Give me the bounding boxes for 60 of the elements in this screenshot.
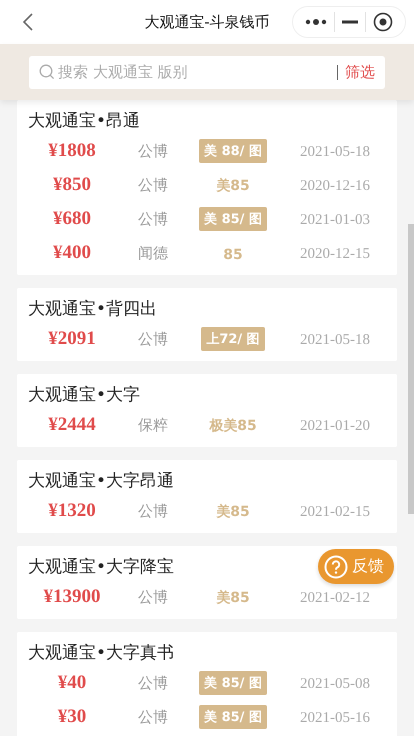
coin-title: 大观通宝•大字真书 [28,642,174,665]
price-text: ¥13900 [44,586,100,607]
grade-text: 极美85 [209,418,257,434]
search-field[interactable]: 搜索 大观通宝 版别 筛选 [29,56,385,88]
back-icon[interactable] [22,12,34,32]
grading-company: 保粹 [138,416,168,434]
coin-title: 大观通宝•大字 [28,384,140,407]
minimize-icon[interactable] [342,20,358,24]
price-text: ¥2091 [48,328,96,349]
page-title: 大观通宝-斗泉钱币 [144,12,270,32]
coin-title: 大观通宝•背四出 [28,298,158,321]
grading-company: 公博 [138,142,168,160]
grading-company: 公博 [138,210,168,228]
help-icon [324,554,348,578]
grading-company: 公博 [138,330,168,348]
coin-title: 大观通宝•大字降宝 [28,556,174,579]
price-text: ¥400 [53,242,91,263]
sale-date: 2020-12-16 [300,178,371,194]
filter-button[interactable]: 筛选 [345,62,375,82]
sale-date: 2021-01-20 [300,418,371,434]
grading-company: 公博 [138,176,168,194]
grading-company: 公博 [138,708,168,726]
price-text: ¥680 [53,208,91,229]
grade-tag: 美 85/ 图 [199,671,267,695]
grading-company: 公博 [138,502,168,520]
coin-card[interactable]: 大观通宝•大字真书 ¥40 公博 美 85/ 图 2021-05-08 ¥30 公博 美 85/ 图 2021-05-16 [17,632,397,736]
sale-date: 2021-05-16 [300,710,371,726]
grade-tag: 上72/ 图 [201,327,265,351]
coin-title: 大观通宝•昂通 [28,110,140,133]
grading-company: 公博 [138,674,168,692]
price-text: ¥1808 [48,140,96,161]
grading-company: 公博 [138,588,168,606]
price-text: ¥1320 [48,500,96,521]
price-text: ¥2444 [48,414,96,435]
grade-tag: 美 85/ 图 [199,705,267,729]
grade-text: 美85 [216,504,250,520]
coin-card[interactable]: 大观通宝•昂通 ¥1808 公博 美 88/ 图 2021-05-18 ¥850 公博 美85 2020-12-16 ¥680 公博 美 85/ 图 2021-01-03 ¥400 闻德 85 2020-12-15 [17,100,397,275]
sale-date: 2021-02-12 [300,590,371,606]
grade-text: 美85 [216,590,250,606]
sale-date: 2021-02-15 [300,504,371,520]
price-text: ¥850 [53,174,91,195]
sale-date: 2021-01-03 [300,212,371,228]
search-icon [39,64,55,80]
sale-date: 2020-12-15 [300,246,371,262]
coin-title: 大观通宝•大字昂通 [28,470,174,493]
coin-card[interactable]: 大观通宝•背四出 ¥2091 公博 上72/ 图 2021-05-18 [17,288,397,361]
grade-text: 美85 [216,178,250,194]
sale-date: 2021-05-08 [300,676,371,692]
coin-card[interactable]: 大观通宝•大字昂通 ¥1320 公博 美85 2021-02-15 [17,460,397,533]
grading-company: 闻德 [138,244,168,262]
sale-date: 2021-05-18 [300,332,371,348]
price-text: ¥40 [58,672,86,693]
grade-text: 85 [223,246,243,262]
more-icon[interactable] [304,18,327,26]
price-text: ¥30 [58,706,86,727]
grade-tag: 美 88/ 图 [199,139,267,163]
sale-date: 2021-05-18 [300,144,371,160]
grade-tag: 美 85/ 图 [199,207,267,231]
coin-card[interactable]: 大观通宝•大字 ¥2444 保粹 极美85 2021-01-20 [17,374,397,447]
close-icon[interactable] [373,12,394,32]
